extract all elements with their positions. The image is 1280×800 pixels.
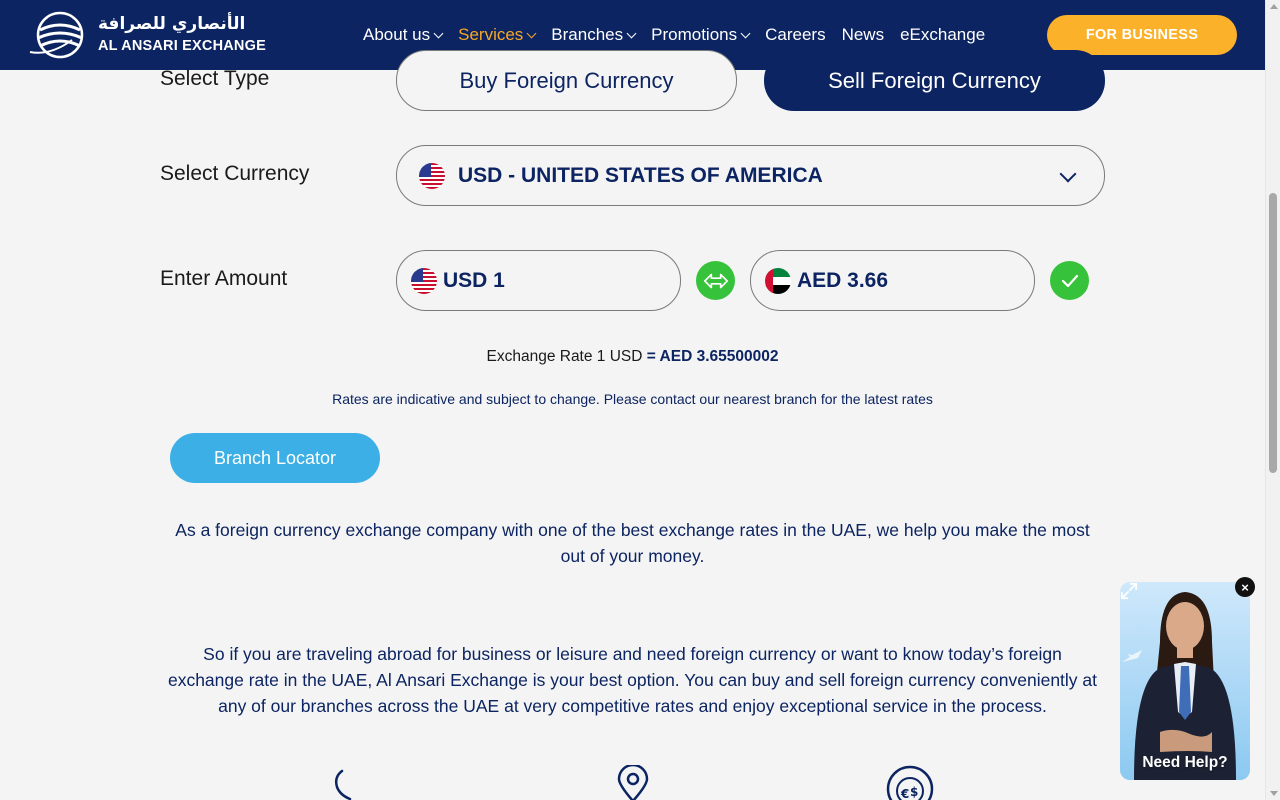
logo-arabic-text: الأنصاري للصرافة — [98, 14, 246, 34]
us-flag-icon — [411, 267, 437, 294]
from-amount-value: USD 1 — [443, 268, 505, 292]
nav-careers[interactable]: Careers — [765, 25, 825, 45]
rate-value: = AED 3.65500002 — [646, 348, 779, 365]
nav-label: Branches — [551, 25, 624, 44]
svg-text:€: € — [900, 787, 909, 800]
intro-paragraph: As a foreign currency exchange company w… — [175, 520, 1090, 566]
exchange-rate-line: Exchange Rate 1 USD = AED 3.65500002 — [0, 348, 1265, 366]
description-paragraph: So if you are traveling abroad for busin… — [167, 644, 1098, 716]
currency-exchange-icon: € $ — [886, 765, 934, 800]
need-help-label: Need Help? — [1142, 754, 1228, 771]
sell-currency-button[interactable]: Sell Foreign Currency — [764, 50, 1105, 111]
nav-label: News — [841, 25, 885, 44]
buy-currency-button[interactable]: Buy Foreign Currency — [396, 50, 737, 111]
enter-amount-label: Enter Amount — [160, 267, 288, 290]
nav-eexchange[interactable]: eExchange — [900, 25, 985, 45]
to-amount-field[interactable]: AED 3.66 — [750, 250, 1035, 311]
nav-promotions[interactable]: Promotions — [651, 25, 751, 45]
select-currency-label: Select Currency — [160, 162, 310, 185]
svg-text:$: $ — [910, 785, 918, 799]
nav-services[interactable]: Services — [458, 25, 537, 45]
nav-news[interactable]: News — [842, 25, 885, 45]
expand-icon[interactable] — [1120, 582, 1138, 600]
nav-label: eExchange — [900, 25, 986, 44]
checkmark-icon — [1061, 274, 1078, 287]
chevron-down-icon — [1059, 165, 1077, 183]
scroll-thumb[interactable] — [1269, 193, 1277, 473]
chevron-down-icon — [626, 28, 637, 38]
assistant-avatar — [1122, 592, 1236, 780]
phone-icon — [334, 769, 352, 800]
nav-label: Services — [458, 25, 524, 44]
scroll-up-arrow-icon[interactable] — [1270, 4, 1278, 9]
rate-prefix: Exchange Rate 1 USD — [486, 348, 643, 365]
close-help-button[interactable]: × — [1235, 577, 1255, 597]
rate-disclaimer: Rates are indicative and subject to chan… — [332, 391, 933, 407]
page-scrollbar[interactable] — [1265, 0, 1280, 800]
swap-arrows-icon — [703, 273, 728, 288]
nav-branches[interactable]: Branches — [551, 25, 637, 45]
selected-currency: USD - UNITED STATES OF AMERICA — [458, 163, 823, 187]
currency-dropdown[interactable]: USD - UNITED STATES OF AMERICA — [396, 145, 1105, 206]
swap-currency-button[interactable] — [696, 261, 735, 300]
select-type-label: Select Type — [160, 67, 270, 90]
location-pin-icon — [617, 765, 649, 800]
scroll-down-arrow-icon[interactable] — [1270, 791, 1278, 796]
logo-english-text: AL ANSARI EXCHANGE — [98, 38, 266, 54]
for-business-button[interactable]: FOR BUSINESS — [1047, 15, 1237, 55]
nav-label: Promotions — [651, 25, 738, 44]
branch-locator-button[interactable]: Branch Locator — [170, 433, 380, 483]
help-widget[interactable]: Need Help? — [1120, 582, 1250, 780]
chevron-down-icon — [433, 28, 444, 38]
us-flag-icon — [419, 162, 445, 189]
nav-label: About us — [363, 25, 431, 44]
globe-logo-icon — [29, 11, 84, 59]
chevron-down-icon — [740, 28, 751, 38]
confirm-button[interactable] — [1050, 261, 1089, 300]
uae-flag-icon — [765, 267, 791, 294]
nav-label: Careers — [765, 25, 826, 44]
brand-logo[interactable]: الأنصاري للصرافة AL ANSARI EXCHANGE — [28, 8, 268, 62]
chevron-down-icon — [526, 28, 537, 38]
from-amount-field[interactable]: USD 1 — [396, 250, 681, 311]
to-amount-value: AED 3.66 — [797, 268, 889, 292]
nav-about-us[interactable]: About us — [363, 25, 444, 45]
